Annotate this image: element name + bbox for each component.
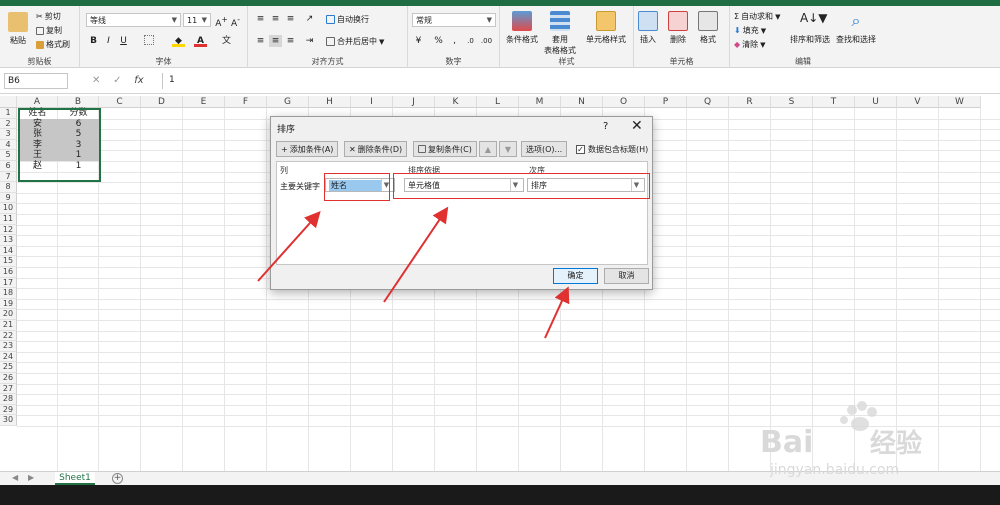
svg-text:jingyan.baidu.com: jingyan.baidu.com <box>769 462 899 478</box>
baidu-watermark-logo: Bai 经验 jingyan.baidu.com <box>760 401 922 478</box>
svg-text:Bai: Bai <box>760 425 813 460</box>
arrow-to-column <box>257 211 321 282</box>
arrow-to-ok <box>544 286 570 339</box>
svg-text:经验: 经验 <box>870 428 922 459</box>
arrow-to-sort-on <box>383 206 449 303</box>
